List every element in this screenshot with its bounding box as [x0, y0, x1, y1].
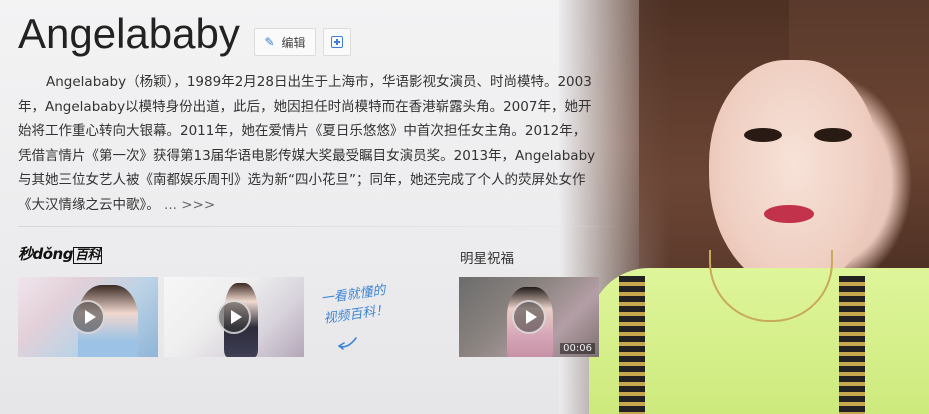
handwriting-slogan: 一看就懂的 视频百科！ — [320, 276, 425, 330]
summary-paragraph: Angelababy（杨颖），1989年2月28日出生于上海市，华语影视女演员、… — [18, 74, 596, 213]
portrait-eye-left — [744, 128, 782, 142]
play-icon — [71, 300, 105, 334]
play-icon — [512, 300, 546, 334]
star-blessing-title: 明星祝福 — [460, 251, 514, 267]
summary-text: Angelababy（杨颖），1989年2月28日出生于上海市，华语影视女演员、… — [18, 70, 598, 217]
add-button[interactable] — [323, 28, 351, 56]
portrait-eye-right — [814, 128, 852, 142]
plus-icon — [331, 36, 343, 48]
celebrity-portrait — [559, 0, 929, 414]
more-link[interactable]: ... >>> — [164, 197, 215, 213]
portrait-strap-left — [619, 276, 645, 414]
brand-part1: 秒dǒng — [18, 245, 73, 263]
brand-part2: 百科 — [72, 247, 102, 264]
page-title: Angelababy — [18, 10, 240, 57]
video-duration: 00:06 — [560, 343, 595, 354]
video-thumbnail-1[interactable] — [18, 277, 158, 357]
hero-banner: Angelababy ✎ 编辑 Angelababy（杨颖），1989年2月28… — [0, 0, 929, 414]
pencil-icon: ✎ — [264, 35, 275, 49]
play-icon — [217, 300, 251, 334]
edit-button[interactable]: ✎ 编辑 — [254, 28, 316, 56]
video-thumbnail-2[interactable] — [164, 277, 304, 357]
star-blessing-video[interactable]: 00:06 — [459, 277, 599, 357]
miaodong-baike-logo: 秒dǒng 百科 — [18, 243, 102, 264]
portrait-lips — [764, 205, 814, 223]
arrow-icon — [338, 337, 357, 350]
divider — [18, 226, 618, 227]
portrait-strap-right — [839, 276, 865, 414]
edit-button-label: 编辑 — [281, 35, 306, 50]
